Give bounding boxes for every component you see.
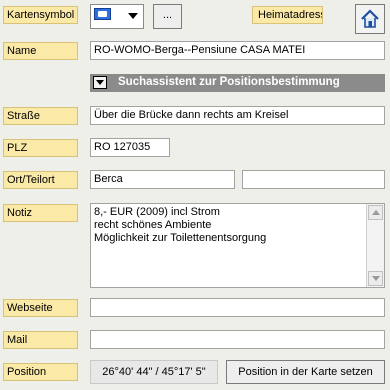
set-position-button[interactable]: Position in der Karte setzen xyxy=(226,360,385,384)
expand-arrow-icon[interactable] xyxy=(93,76,107,89)
browse-symbol-button[interactable]: ... xyxy=(153,4,182,29)
label-mail: Mail xyxy=(3,331,78,349)
chevron-down-icon[interactable] xyxy=(128,13,138,19)
teilort-field[interactable] xyxy=(242,170,385,189)
assistant-label: Suchassistent zur Positionsbestimmung xyxy=(118,76,340,88)
label-kartensymbol: Kartensymbol xyxy=(3,6,78,24)
ort-field[interactable]: Berca xyxy=(90,170,235,189)
strasse-field[interactable]: Über die Brücke dann rechts am Kreisel xyxy=(90,106,385,125)
webseite-field[interactable] xyxy=(90,298,385,317)
kartensymbol-select[interactable] xyxy=(90,4,144,29)
camper-van-icon xyxy=(94,8,111,20)
plz-field[interactable]: RO 127035 xyxy=(90,138,170,157)
mail-field[interactable] xyxy=(90,330,385,349)
label-heimatadresse: Heimatadresse xyxy=(252,6,323,24)
label-ort: Ort/Teilort xyxy=(3,171,78,189)
scroll-up-icon[interactable] xyxy=(368,205,383,220)
home-address-button[interactable] xyxy=(355,4,385,34)
notiz-text: 8,- EUR (2009) incl Strom recht schönes … xyxy=(94,206,267,244)
label-notiz: Notiz xyxy=(3,204,78,222)
position-search-assistant-bar[interactable]: Suchassistent zur Positionsbestimmung xyxy=(90,74,385,92)
label-position: Position xyxy=(3,363,78,381)
name-field[interactable]: RO-WOMO-Berga--Pensiune CASA MATEI xyxy=(90,41,385,60)
label-plz: PLZ xyxy=(3,139,78,157)
notiz-scrollbar[interactable] xyxy=(366,204,384,287)
label-webseite: Webseite xyxy=(3,299,78,317)
notiz-textarea[interactable]: 8,- EUR (2009) incl Strom recht schönes … xyxy=(90,203,385,288)
label-strasse: Straße xyxy=(3,107,78,125)
home-icon xyxy=(361,9,379,28)
position-coordinates: 26°40' 44" / 45°17' 5" xyxy=(90,360,218,384)
scroll-down-icon[interactable] xyxy=(368,271,383,286)
label-name: Name xyxy=(3,42,78,60)
